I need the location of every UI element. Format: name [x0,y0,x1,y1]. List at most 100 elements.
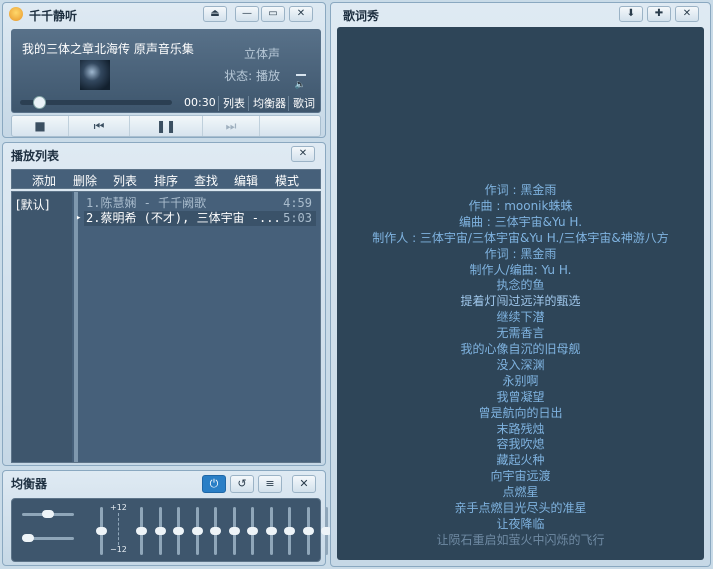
volume-icon[interactable]: 🔈 [295,80,306,90]
eq-preamp-band[interactable] [96,507,107,555]
group-default[interactable]: [默认] [16,196,49,213]
player-display: 我的三体之章北海传 原声音乐集 立体声 状态: 播放 🔈 00:30 列表 均衡… [11,29,321,113]
equalizer-title: 均衡器 [11,477,48,491]
preamp-slider[interactable] [22,510,74,518]
lyric-line: 编曲 : 三体宇宙&Yu H. [458,214,583,229]
stop-button[interactable]: ■ [12,116,69,136]
eq-close-button[interactable]: ✕ [292,475,316,493]
previous-button[interactable]: ⏮ [69,116,130,136]
eq-band-5-knob[interactable] [210,527,221,535]
menu-add[interactable]: 添加 [32,172,56,189]
lyric-line: 让夜降临 [496,516,545,531]
elapsed-time: 00:30 [184,96,216,109]
preamp-knob[interactable] [42,510,54,518]
eq-band-6[interactable] [228,507,240,555]
eq-band-2[interactable] [154,507,166,555]
lyric-line: 藏起火种 [496,453,545,468]
close-button[interactable]: ✕ [289,6,313,22]
equalizer-window: 均衡器 ⏻ ↺ ≡ ✕ +12 −12 [2,470,332,566]
balance-knob[interactable] [22,534,34,542]
lyrics-titlebar[interactable]: 歌词秀 ⬇ ✚ ✕ [331,3,710,25]
eq-band-5[interactable] [210,507,221,555]
lyric-line: 没入深渊 [496,357,545,372]
playback-controls: ■ ⏮ ❚❚ ⏭ [11,115,321,137]
playlist-window: 播放列表 ✕ 添加 删除 列表 排序 查找 编辑 模式 [默认] 1.陈慧娴 -… [2,142,326,466]
progress-knob[interactable] [33,96,47,109]
lyric-line: 我曾凝望 [496,389,545,404]
menu-find[interactable]: 查找 [194,172,218,189]
equalizer-titlebar[interactable]: 均衡器 ⏻ ↺ ≡ ✕ [3,471,325,493]
eq-band-7[interactable] [247,507,258,555]
pause-button[interactable]: ❚❚ [130,116,203,136]
eq-band-1-knob[interactable] [136,527,147,535]
eq-presets-button[interactable]: ≡ [258,475,282,493]
lyric-line: 作词 : 黑金雨 [484,183,557,197]
menu-edit[interactable]: 编辑 [234,172,258,189]
mini-mode-button[interactable]: ⏏ [203,6,227,22]
equalizer-toggle-button[interactable]: 均衡器 [248,96,290,111]
lyric-line: 继续下潜 [496,310,545,325]
eq-band-6-knob[interactable] [228,527,240,535]
track-row[interactable]: 1.陈慧娴 - 千千阙歌 4:59 [84,196,316,211]
eq-band-1[interactable] [136,507,147,555]
volume-slider[interactable] [296,74,306,76]
eq-band-10-knob[interactable] [302,527,314,535]
lyrics-toggle-button[interactable]: 歌词 [288,96,319,111]
eq-band-2-knob[interactable] [154,527,166,535]
lyric-line: 永别啊 [502,373,539,388]
eq-band-8-knob[interactable] [265,527,277,535]
track-title: 1.陈慧娴 - 千千阙歌 [86,196,207,210]
lyric-line: 我的心像自沉的旧母舰 [460,342,581,356]
lyric-line: 点燃星 [502,485,539,500]
stereo-label: 立体声 [243,47,280,61]
maximize-button[interactable]: ▭ [261,6,285,22]
eq-band-4[interactable] [191,507,203,555]
playlist-toggle-button[interactable]: 列表 [218,96,249,111]
lyric-line: 制作人/编曲: Yu H. [469,262,572,277]
lyric-line: 曾是航向的日出 [478,405,563,420]
eq-band-4-knob[interactable] [191,527,203,535]
balance-slider[interactable] [22,534,74,542]
menu-sort[interactable]: 排序 [154,172,178,189]
lyric-line: 作曲 : moonik蛛蛛 [468,198,573,213]
lyrics-title: 歌词秀 [343,9,380,23]
menu-delete[interactable]: 删除 [73,172,97,189]
eq-band-10[interactable] [302,507,314,555]
player-titlebar[interactable]: 千千静听 ⏏ — ▭ ✕ [3,3,325,25]
lyric-line: 亲手点燃目光尽头的准星 [454,501,587,515]
album-cover [80,60,110,90]
menu-list[interactable]: 列表 [113,172,137,189]
playlist-body: [默认] 1.陈慧娴 - 千千阙歌 4:59 ▸ 2.蔡明希 (不才), 三体宇… [11,191,321,463]
track-title: 2.蔡明希 (不才), 三体宇宙 -... [86,211,281,225]
track-row-active[interactable]: ▸ 2.蔡明希 (不才), 三体宇宙 -... 5:03 [76,211,316,226]
eq-band-3[interactable] [173,507,184,555]
eq-preamp-band-knob[interactable] [96,527,107,535]
minimize-button[interactable]: — [235,6,259,22]
eq-power-button[interactable]: ⏻ [202,475,226,493]
eq-band-9[interactable] [284,507,295,555]
eq-band-7-knob[interactable] [247,527,258,535]
lyrics-download-button[interactable]: ⬇ [619,6,643,22]
player-window: 千千静听 ⏏ — ▭ ✕ 我的三体之章北海传 原声音乐集 立体声 状态: 播放 … [2,2,326,138]
player-title: 千千静听 [29,9,78,23]
eq-reset-button[interactable]: ↺ [230,475,254,493]
lyric-line: 向宇宙远渡 [490,469,551,484]
menu-mode[interactable]: 模式 [275,172,299,189]
play-state-label: 状态: 播放 [224,69,280,83]
next-button[interactable]: ⏭ [203,116,260,136]
track-duration: 5:03 [283,211,312,225]
playlist-titlebar[interactable]: 播放列表 ✕ [3,143,325,165]
lyrics-display[interactable]: 作词 : 黑金雨 作曲 : moonik蛛蛛 编曲 : 三体宇宙&Yu H. 制作人 … [337,27,704,560]
eq-band-9-knob[interactable] [284,527,295,535]
lyric-line: 末路残烛 [496,421,545,436]
playlist-splitter[interactable] [74,192,78,462]
eq-scale-top: +12 [110,503,127,512]
play-marker-icon: ▸ [76,213,82,223]
playlist-close-button[interactable]: ✕ [291,146,315,162]
eq-band-8[interactable] [265,507,277,555]
eq-band-3-knob[interactable] [173,527,184,535]
lyrics-pin-button[interactable]: ✚ [647,6,671,22]
eq-band-11[interactable] [321,507,332,555]
lyrics-close-button[interactable]: ✕ [675,6,699,22]
playlist-group-panel: [默认] [12,192,72,462]
